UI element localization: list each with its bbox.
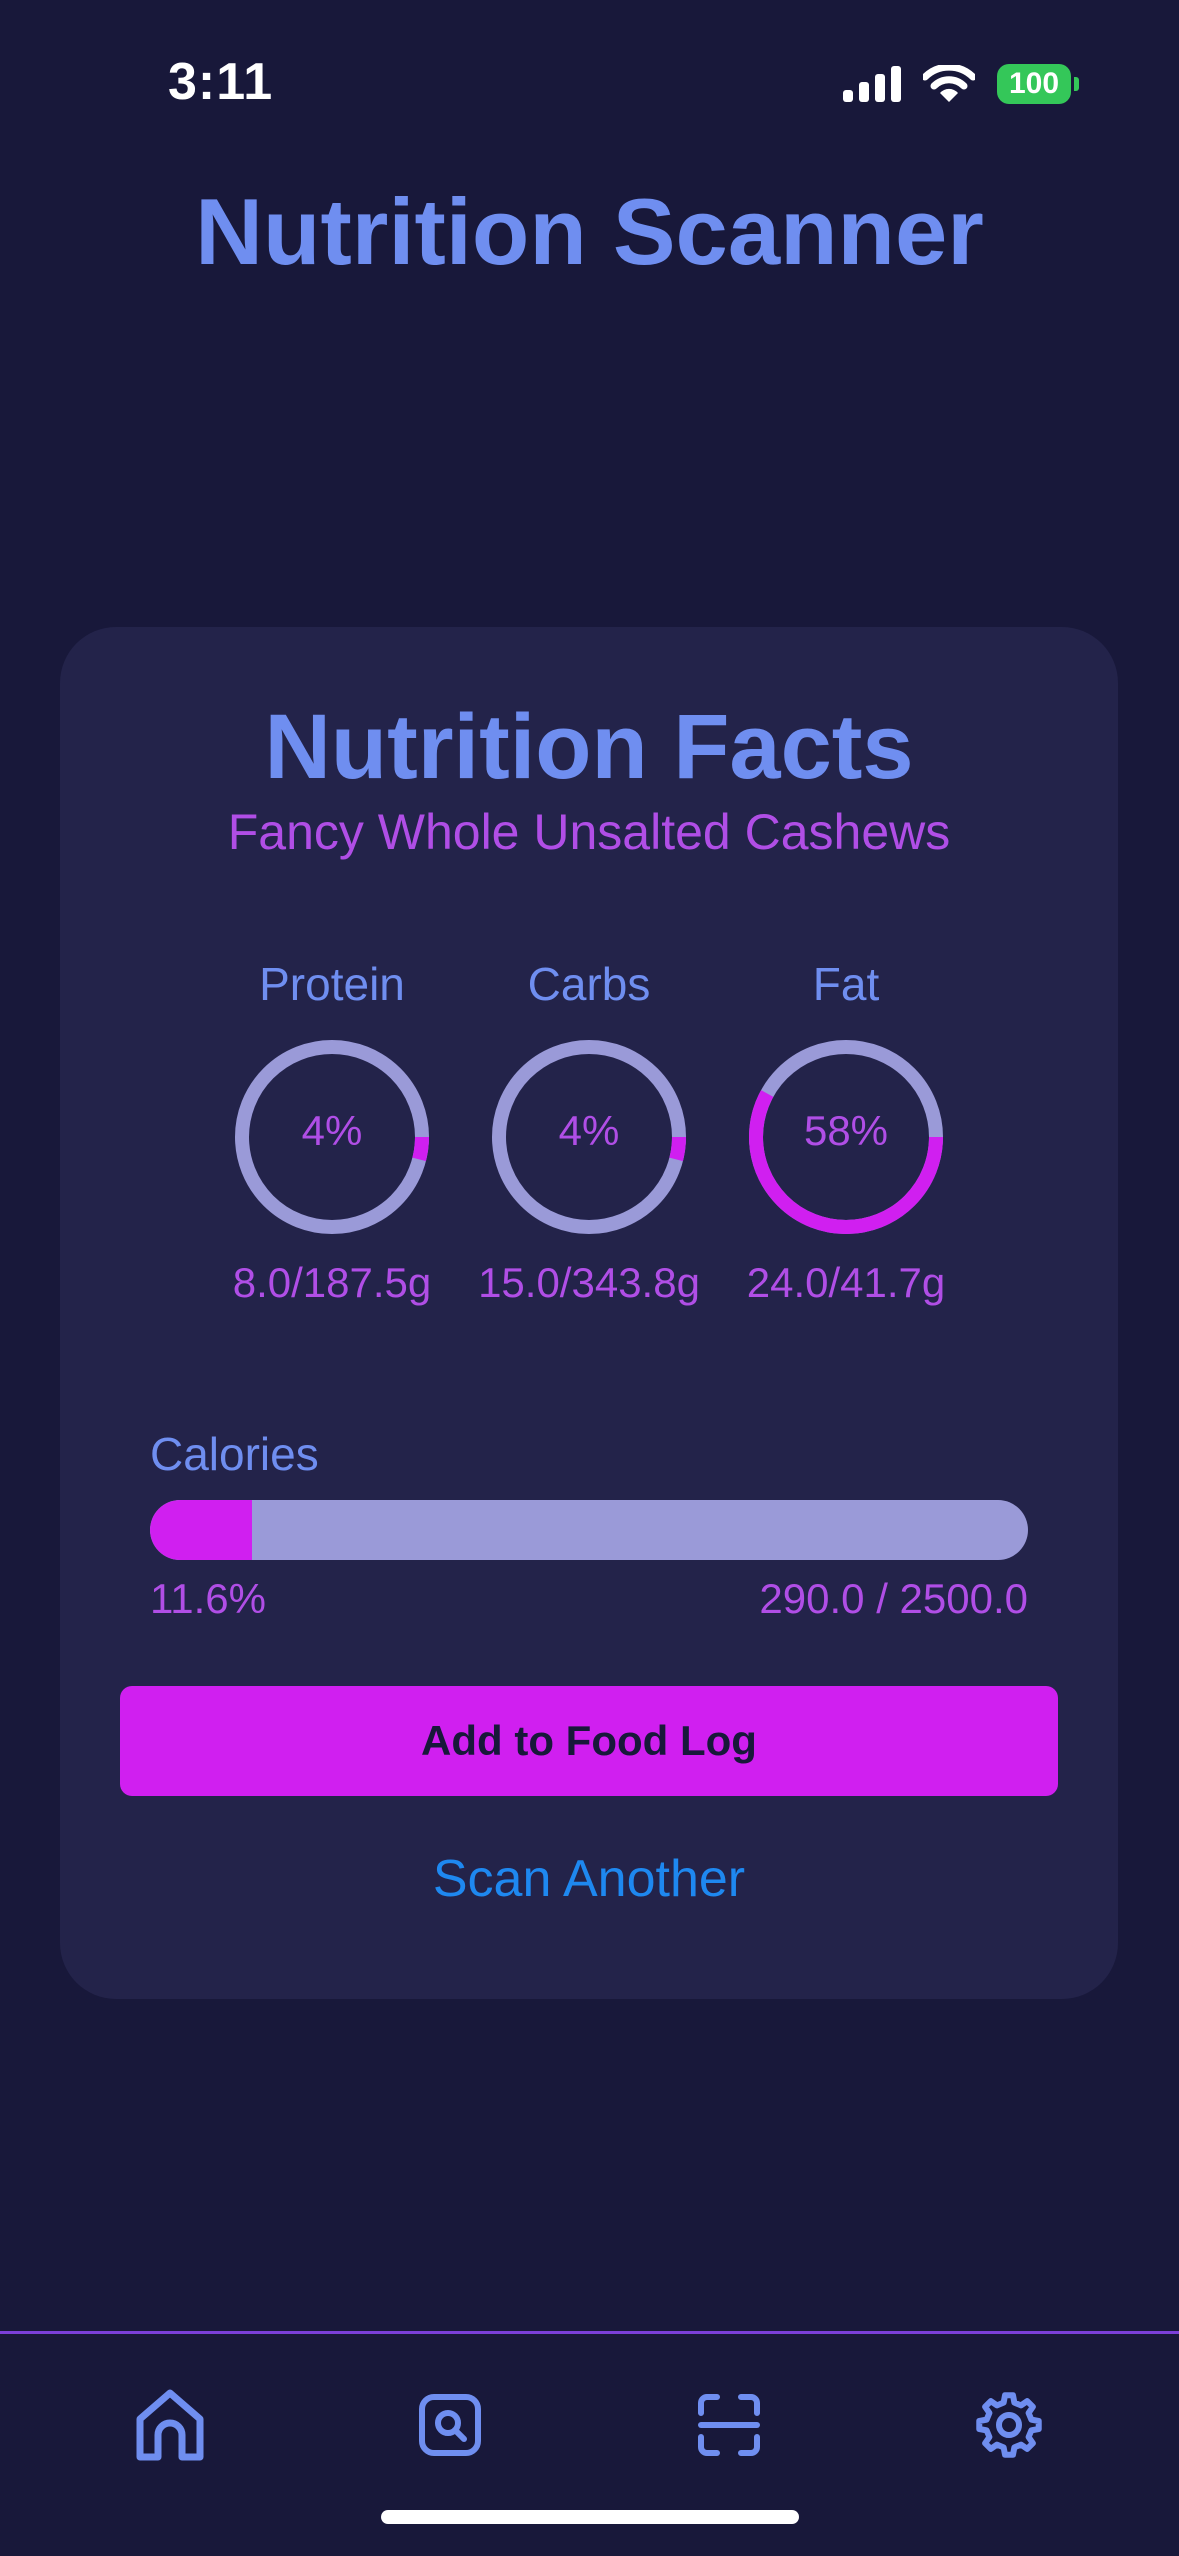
macro-protein: Protein 4% 8.0/187.5g — [182, 957, 482, 1307]
nutrition-card: Nutrition Facts Fancy Whole Unsalted Cas… — [60, 627, 1118, 1999]
tab-settings[interactable] — [964, 2380, 1054, 2470]
page-title: Nutrition Scanner — [195, 179, 984, 284]
calories-label: Calories — [150, 1428, 319, 1480]
status-icons: 100 — [843, 64, 1079, 104]
fat-ring: 58% — [746, 1037, 946, 1237]
calories-progress-fill — [150, 1500, 252, 1560]
macro-label: Protein — [259, 958, 405, 1010]
gear-icon — [976, 2392, 1042, 2458]
calories-percent: 11.6% — [150, 1575, 266, 1622]
tab-bar-divider — [0, 2331, 1179, 2334]
macro-fat: Fat 58% 24.0/41.7g — [696, 957, 996, 1307]
battery-level: 100 — [997, 64, 1071, 104]
tab-scan[interactable] — [684, 2380, 774, 2470]
scan-another-link[interactable]: Scan Another — [60, 1849, 1118, 1909]
cellular-signal-icon — [843, 66, 901, 102]
calories-total: 290.0 / 2500.0 — [759, 1575, 1028, 1622]
ring-percent: 58% — [803, 1107, 889, 1154]
scan-icon — [698, 2394, 760, 2456]
search-icon — [419, 2394, 481, 2456]
macro-label: Carbs — [527, 958, 651, 1010]
macro-amount: 8.0/187.5g — [232, 1259, 432, 1306]
wifi-icon — [923, 65, 975, 102]
ring-percent: 4% — [558, 1107, 620, 1154]
home-icon — [136, 2389, 204, 2461]
product-name: Fancy Whole Unsalted Cashews — [227, 804, 951, 860]
status-time: 3:11 — [168, 53, 274, 111]
add-to-food-log-button[interactable]: Add to Food Log — [120, 1686, 1058, 1796]
macro-carbs: Carbs 4% 15.0/343.8g — [439, 957, 739, 1307]
home-indicator — [381, 2510, 799, 2524]
card-title: Nutrition Facts — [264, 696, 914, 798]
macro-label: Fat — [812, 958, 880, 1010]
macro-amount: 15.0/343.8g — [478, 1259, 700, 1306]
battery-icon: 100 — [997, 64, 1079, 104]
tab-home[interactable] — [125, 2380, 215, 2470]
carbs-ring: 4% — [489, 1037, 689, 1237]
ring-percent: 4% — [301, 1107, 363, 1154]
calories-progress-bar — [150, 1500, 1028, 1560]
macro-amount: 24.0/41.7g — [746, 1259, 946, 1306]
tab-search[interactable] — [405, 2380, 495, 2470]
protein-ring: 4% — [232, 1037, 432, 1237]
